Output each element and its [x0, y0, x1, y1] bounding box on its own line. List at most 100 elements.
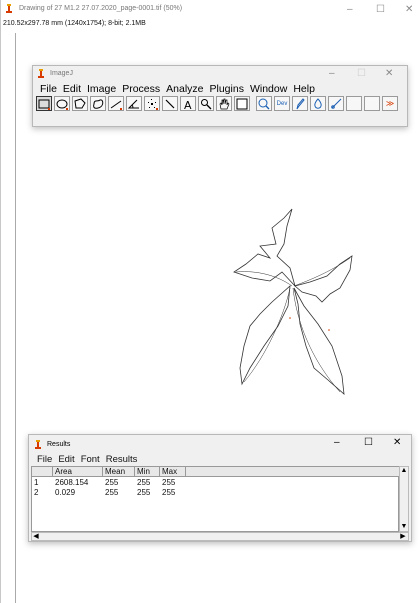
cell-min: 255: [137, 478, 151, 487]
menu-plugins[interactable]: Plugins: [207, 83, 247, 95]
results-window: Results – ☐ ✕ File Edit Font Results Are…: [28, 434, 412, 542]
minimize-button[interactable]: –: [347, 5, 353, 15]
more-tools-icon: ≫: [385, 99, 395, 108]
menu-edit[interactable]: Edit: [55, 454, 77, 465]
angle-tool[interactable]: [126, 96, 142, 111]
zoom-icon: [258, 98, 270, 109]
rectangle-icon: [38, 99, 50, 110]
menu-process[interactable]: Process: [119, 83, 163, 95]
cell-index: 2: [34, 488, 39, 497]
table-row[interactable]: 2 0.029 255 255 255: [32, 488, 186, 498]
cell-index: 1: [34, 478, 39, 487]
column-header-min[interactable]: Min: [135, 467, 160, 477]
oval-tool[interactable]: [54, 96, 70, 111]
polygon-icon: [74, 97, 86, 108]
leaf-drawing: [233, 208, 353, 395]
maximize-button[interactable]: ☐: [364, 438, 373, 448]
magnifier-icon: [201, 98, 212, 109]
maximize-button[interactable]: ☐: [376, 5, 385, 15]
results-menubar: File Edit Font Results: [34, 454, 140, 465]
zoom-tool[interactable]: [256, 96, 272, 111]
menu-analyze[interactable]: Analyze: [163, 83, 206, 95]
point-tool[interactable]: [144, 96, 160, 111]
brush-tool[interactable]: [328, 96, 344, 111]
wand-tool[interactable]: [162, 96, 178, 111]
image-info-bar: 210.52x297.78 mm (1240x1754); 8-bit; 2.1…: [3, 20, 146, 27]
image-window-title: Drawing of 27 M1.2 27.07.2020_page-0001.…: [19, 5, 183, 12]
column-header-max[interactable]: Max: [160, 467, 186, 477]
scroll-up-arrow-icon[interactable]: ▲: [400, 467, 408, 475]
column-header-index[interactable]: [32, 467, 53, 477]
hand-tool[interactable]: [216, 96, 232, 111]
close-button[interactable]: ✕: [385, 69, 393, 79]
imagej-title: ImageJ: [50, 70, 73, 77]
polygon-tool[interactable]: [72, 96, 88, 111]
close-button[interactable]: ✕: [405, 5, 413, 15]
freehand-icon: [93, 98, 104, 109]
vertical-scrollbar[interactable]: ▲ ▼: [399, 466, 409, 532]
line-tool[interactable]: [108, 96, 124, 111]
line-icon: [110, 100, 122, 110]
imagej-status-bar: [36, 114, 404, 123]
cell-area: 2608.154: [55, 478, 89, 487]
magnifier-tool[interactable]: [198, 96, 214, 111]
brush-icon: [331, 98, 342, 109]
menu-file[interactable]: File: [34, 454, 55, 465]
developer-menu-icon: Dev: [276, 100, 288, 107]
menu-image[interactable]: Image: [84, 83, 119, 95]
svg-text:A: A: [184, 99, 192, 110]
point-icon: [148, 98, 158, 110]
cell-mean: 255: [105, 478, 119, 487]
text-icon: A: [184, 99, 192, 110]
menu-file[interactable]: File: [37, 83, 60, 95]
column-header-filler: [186, 467, 400, 477]
menu-edit[interactable]: Edit: [60, 83, 84, 95]
column-header-mean[interactable]: Mean: [103, 467, 135, 477]
image-window-titlebar: Drawing of 27 M1.2 27.07.2020_page-0001.…: [5, 4, 182, 13]
text-tool[interactable]: A: [180, 96, 196, 111]
imagej-app-icon: [37, 69, 45, 78]
flood-fill-icon: [314, 97, 322, 109]
imagej-window: ImageJ – ☐ ✕ File Edit Image Process Ana…: [32, 65, 408, 127]
close-button[interactable]: ✕: [393, 438, 401, 448]
imagej-toolbar: A Dev ≫: [36, 96, 400, 112]
flood-fill-tool[interactable]: [310, 96, 326, 111]
cell-mean: 255: [105, 488, 119, 497]
hand-icon: [219, 98, 230, 109]
menu-window[interactable]: Window: [247, 83, 290, 95]
menu-help[interactable]: Help: [290, 83, 318, 95]
results-title: Results: [47, 441, 71, 448]
oval-icon: [56, 99, 68, 110]
rectangle-tool[interactable]: [36, 96, 52, 111]
angle-icon: [128, 99, 139, 108]
scroll-down-arrow-icon[interactable]: ▼: [400, 523, 408, 531]
minimize-button[interactable]: –: [334, 438, 340, 448]
cell-area: 0.029: [55, 488, 76, 497]
imagej-app-icon: [34, 440, 42, 449]
freehand-tool[interactable]: [90, 96, 106, 111]
wand-icon: [165, 99, 175, 108]
menu-font[interactable]: Font: [78, 454, 103, 465]
color-picker-icon: [236, 98, 248, 109]
column-header-area[interactable]: Area: [53, 467, 103, 477]
pencil-tool[interactable]: [292, 96, 308, 111]
menu-results[interactable]: Results: [103, 454, 141, 465]
minimize-button[interactable]: –: [329, 69, 335, 79]
more-tools-button[interactable]: ≫: [382, 96, 398, 111]
developer-menu-tool[interactable]: Dev: [274, 96, 290, 111]
cell-min: 255: [137, 488, 151, 497]
scroll-right-arrow-icon[interactable]: ▶: [399, 533, 407, 541]
table-header: Area Mean Min Max: [32, 467, 400, 477]
maximize-button[interactable]: ☐: [357, 69, 366, 79]
table-row[interactable]: 1 2608.154 255 255 255: [32, 478, 186, 488]
pencil-icon: [296, 97, 305, 109]
horizontal-scrollbar[interactable]: ◀ ▶: [31, 532, 409, 541]
empty-tool-slot[interactable]: [364, 96, 380, 111]
results-table[interactable]: Area Mean Min Max 1 2608.154 255 255 255…: [31, 466, 400, 532]
imagej-titlebar: ImageJ: [37, 69, 73, 78]
cell-max: 255: [162, 488, 176, 497]
scroll-left-arrow-icon[interactable]: ◀: [32, 533, 40, 541]
empty-tool-slot[interactable]: [346, 96, 362, 111]
cell-max: 255: [162, 478, 176, 487]
color-picker-tool[interactable]: [234, 96, 250, 111]
